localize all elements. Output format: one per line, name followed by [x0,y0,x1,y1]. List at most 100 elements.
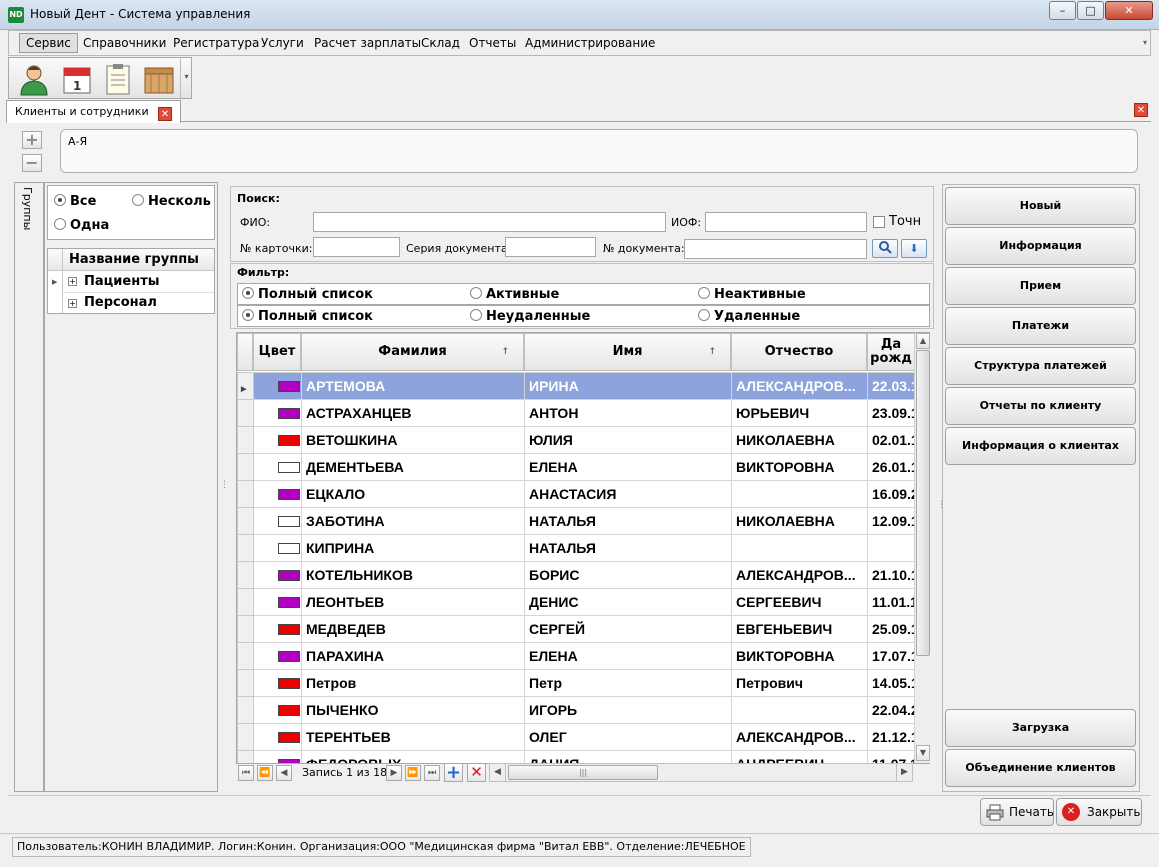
cell-firstname[interactable]: ОЛЕГ [524,723,732,751]
hscroll-left-icon[interactable]: ◀ [490,764,506,781]
group-staff[interactable]: Персонал [84,295,157,310]
cell-dob[interactable]: 22.03.1 [867,372,915,400]
exact-checkbox[interactable] [873,216,885,228]
docnum-input[interactable] [684,239,867,259]
radio-not-deleted[interactable]: Неудаленные [470,309,590,324]
cell-patronymic[interactable]: НИКОЛАЕВНА [731,507,868,535]
row-indicator[interactable] [237,426,254,454]
table-row[interactable]: ЗАБОТИНА НАТАЛЬЯ НИКОЛАЕВНА 12.09.1 [237,507,915,535]
minimize-button[interactable]: – [1049,1,1076,20]
cell-patronymic[interactable] [731,480,868,508]
table-row[interactable]: КОТЕЛЬНИКОВ БОРИС АЛЕКСАНДРОВ... 21.10.1 [237,561,915,589]
radio-full-list-2[interactable]: Полный список [242,309,373,324]
scroll-down-icon[interactable]: ▼ [916,745,930,761]
radio-active[interactable]: Активные [470,287,559,302]
cell-firstname[interactable]: НАТАЛЬЯ [524,534,732,562]
print-button[interactable]: Печать [980,798,1054,826]
cell-color[interactable] [253,723,302,751]
scroll-up-icon[interactable]: ▲ [916,333,930,349]
tab-clients[interactable]: Клиенты и сотрудники ✕ [6,100,182,123]
cell-patronymic[interactable]: Петрович [731,669,868,697]
tab-close-icon[interactable]: ✕ [158,107,173,121]
cell-firstname[interactable]: АНАСТАСИЯ [524,480,732,508]
row-indicator[interactable] [237,399,254,427]
search-icon[interactable] [872,239,898,258]
header-dob[interactable]: Да рожд [867,333,915,371]
cell-color[interactable] [253,534,302,562]
cell-firstname[interactable]: БОРИС [524,561,732,589]
cell-lastname[interactable]: ФЕДОРОВЫХ [301,750,525,763]
row-indicator[interactable] [237,507,254,535]
cell-color[interactable] [253,750,302,763]
menu-overflow-icon[interactable]: ▾ [1143,38,1147,47]
scroll-thumb[interactable] [916,350,930,656]
cell-firstname[interactable]: НАТАЛЬЯ [524,507,732,535]
info-button[interactable]: Информация [945,227,1136,265]
cell-lastname[interactable]: ЗАБОТИНА [301,507,525,535]
table-row[interactable]: ДЕМЕНТЬЕВА ЕЛЕНА ВИКТОРОВНА 26.01.1 [237,453,915,481]
cell-patronymic[interactable] [731,696,868,724]
header-color[interactable]: Цвет [253,333,301,371]
client-info-button[interactable]: Информация о клиентах [945,427,1136,465]
upload-button[interactable]: Загрузка [945,709,1136,747]
cell-dob[interactable]: 25.09.1 [867,615,915,643]
nav-last-icon[interactable]: ⏭ [424,765,440,781]
warehouse-box-icon[interactable] [142,62,176,96]
nav-first-icon[interactable]: ⏮ [238,765,254,781]
cell-color[interactable] [253,669,302,697]
fio-input[interactable] [313,212,666,232]
maximize-button[interactable]: □ [1077,1,1104,20]
table-row[interactable]: ЕЦКАЛО АНАСТАСИЯ 16.09.2 [237,480,915,508]
header-lastname[interactable]: Фамилия ↑ [301,333,524,371]
group-patients[interactable]: Пациенты [84,274,160,289]
appointment-button[interactable]: Прием [945,267,1136,305]
toolbar-more-icon[interactable]: ▾ [180,58,192,98]
cell-patronymic[interactable]: АНДРЕЕВИЧ [731,750,868,763]
menu-registry[interactable]: Регистратура [173,36,259,50]
window-close-button[interactable]: ✕ [1105,1,1153,20]
cell-color[interactable] [253,642,302,670]
row-indicator[interactable] [237,642,254,670]
cell-color[interactable] [253,372,302,400]
payments-button[interactable]: Платежи [945,307,1136,345]
table-row[interactable]: ФЕДОРОВЫХ ДАНИЯ АНДРЕЕВИЧ 11.07.1 [237,750,915,763]
cell-patronymic[interactable]: АЛЕКСАНДРОВ... [731,372,868,400]
cell-lastname[interactable]: КИПРИНА [301,534,525,562]
header-patronymic[interactable]: Отчество [731,333,867,371]
table-row[interactable]: ТЕРЕНТЬЕВ ОЛЕГ АЛЕКСАНДРОВ... 21.12.1 [237,723,915,751]
iof-input[interactable] [705,212,867,232]
cell-lastname[interactable]: ВЕТОШКИНА [301,426,525,454]
table-row[interactable]: ПАРАХИНА ЕЛЕНА ВИКТОРОВНА 17.07.1 [237,642,915,670]
cell-firstname[interactable]: ДЕНИС [524,588,732,616]
expand-node-icon[interactable]: + [68,277,77,286]
radio-full-list[interactable]: Полный список [242,287,373,302]
cell-firstname[interactable]: АНТОН [524,399,732,427]
cell-dob[interactable]: 11.07.1 [867,750,915,763]
row-indicator[interactable] [237,669,254,697]
radio-several[interactable]: Несколь [132,194,214,209]
row-indicator[interactable] [237,750,254,763]
cell-patronymic[interactable]: АЛЕКСАНДРОВ... [731,561,868,589]
calendar-icon[interactable]: 1 [60,62,94,96]
cell-lastname[interactable]: АСТРАХАНЦЕВ [301,399,525,427]
cell-lastname[interactable]: ТЕРЕНТЬЕВ [301,723,525,751]
cell-color[interactable] [253,480,302,508]
menu-warehouse[interactable]: Склад [421,36,460,50]
vertical-scrollbar[interactable]: ▲ ▼ [914,333,930,763]
cell-dob[interactable]: 23.09.1 [867,399,915,427]
cell-dob[interactable]: 11.01.1 [867,588,915,616]
cell-color[interactable] [253,426,302,454]
collapse-minus-icon[interactable]: − [22,154,42,172]
cell-lastname[interactable]: МЕДВЕДЕВ [301,615,525,643]
row-indicator[interactable] [237,588,254,616]
cell-lastname[interactable]: ЕЦКАЛО [301,480,525,508]
cell-patronymic[interactable]: ЮРЬЕВИЧ [731,399,868,427]
menu-references[interactable]: Справочники [83,36,166,50]
delete-record-icon[interactable]: ✕ [467,763,486,782]
card-input[interactable] [313,237,400,257]
cell-dob[interactable]: 02.01.1 [867,426,915,454]
cell-patronymic[interactable]: ВИКТОРОВНА [731,642,868,670]
table-row[interactable]: ▶ АРТЕМОВА ИРИНА АЛЕКСАНДРОВ... 22.03.1 [237,372,915,400]
row-indicator[interactable] [237,561,254,589]
expand-node-icon[interactable]: + [68,299,77,308]
